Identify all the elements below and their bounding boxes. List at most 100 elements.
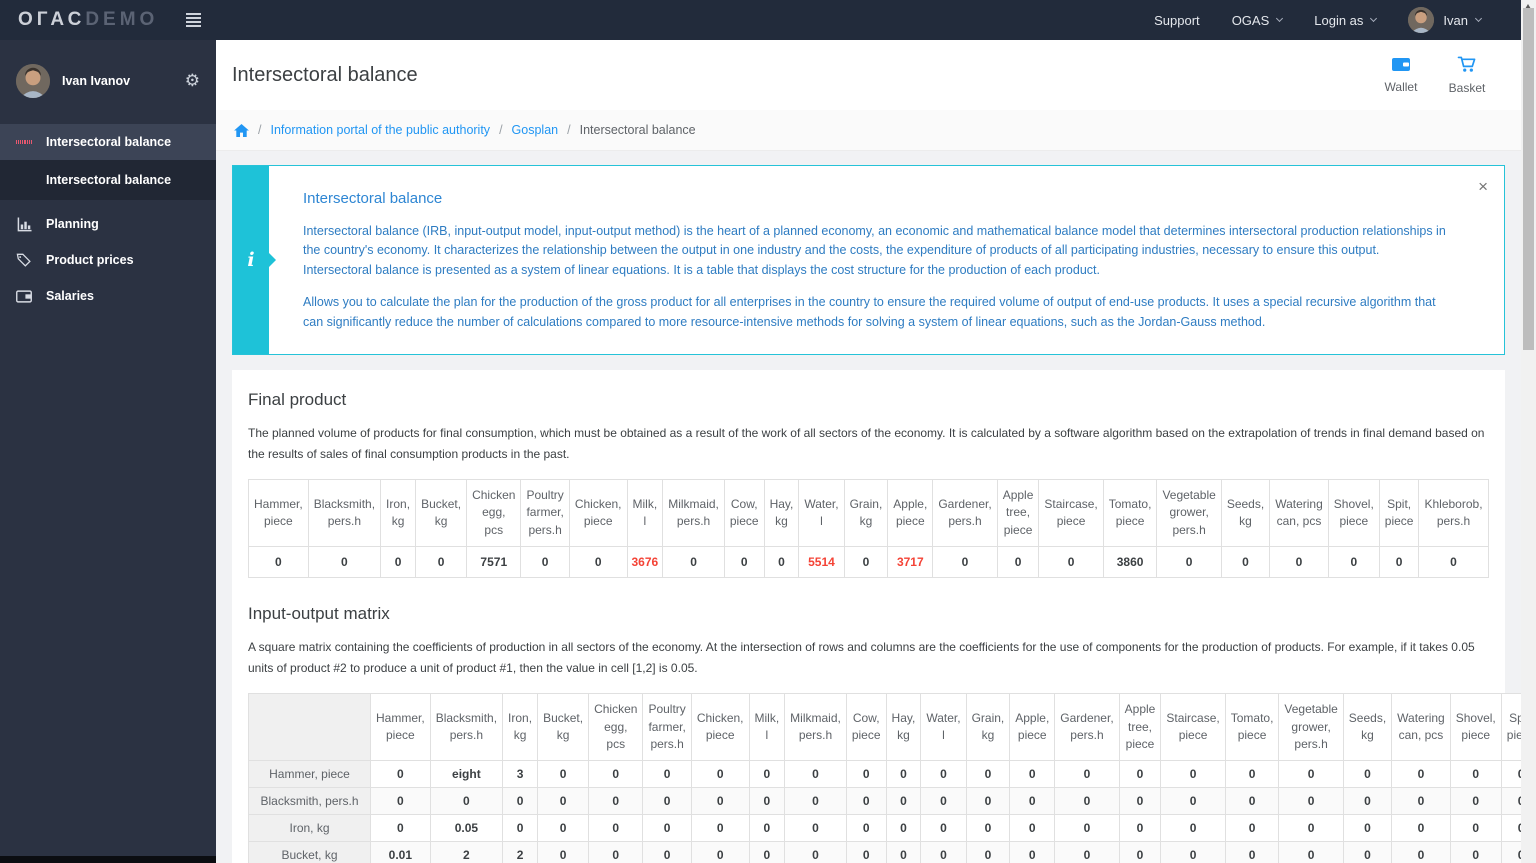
close-icon[interactable]: ×	[1478, 178, 1488, 195]
sidebar-item-salaries[interactable]: Salaries	[0, 278, 216, 314]
matrix-value-cell: 0	[965, 814, 1011, 843]
main-area: Intersectoral balance Wallet Basket / In…	[216, 40, 1521, 863]
breadcrumb-link-gosplan[interactable]: Gosplan	[512, 123, 559, 137]
matrix-value-cell: 0	[1118, 787, 1162, 816]
fp-value-cell: 3676	[626, 546, 664, 579]
matrix-value-cell: 0	[1278, 841, 1344, 863]
matrix-value-cell: 0	[1054, 814, 1120, 843]
content-card: Final product The planned volume of prod…	[232, 370, 1521, 863]
matrix-column-header: Chicken egg, pcs	[588, 693, 644, 762]
matrix-value-cell: 0	[1391, 760, 1451, 789]
matrix-value-cell: 0	[965, 760, 1011, 789]
fp-value-cell: 0	[380, 546, 417, 579]
final-product-heading: Final product	[248, 390, 347, 409]
sidebar-item-product-prices[interactable]: Product prices	[0, 242, 216, 278]
matrix-value-cell: 0	[784, 841, 847, 863]
matrix-value-cell: 0	[920, 814, 967, 843]
header-actions: Wallet Basket	[1375, 56, 1493, 95]
ogas-menu[interactable]: OGAS	[1232, 13, 1284, 28]
fp-column-header: Milkmaid, pers.h	[662, 478, 725, 548]
home-icon[interactable]	[234, 123, 249, 137]
final-product-description: The planned volume of products for final…	[248, 426, 1485, 461]
matrix-column-header: Chicken, piece	[690, 693, 750, 762]
matrix-value-cell: 0	[845, 760, 887, 789]
matrix-value-cell: 0	[1342, 760, 1393, 789]
matrix-value-cell: 0	[1009, 787, 1056, 816]
matrix-column-header: Iron, kg	[502, 693, 539, 762]
matrix-value-cell: 0	[885, 814, 922, 843]
login-as-menu[interactable]: Login as	[1314, 13, 1378, 28]
matrix-value-cell: 0	[1449, 841, 1502, 863]
matrix-row-header: Iron, kg	[248, 814, 371, 843]
matrix-column-header: Milkmaid, pers.h	[784, 693, 847, 762]
matrix-value-cell: 0	[1160, 841, 1226, 863]
matrix-value-cell: 0	[1054, 841, 1120, 863]
grid-icon	[16, 140, 33, 144]
matrix-value-cell: 0	[1224, 814, 1280, 843]
fp-value-cell: 0	[1418, 546, 1489, 579]
scrollbar[interactable]	[1521, 0, 1536, 863]
matrix-value-cell: 0	[885, 760, 922, 789]
matrix-value-cell: 0	[502, 787, 539, 816]
matrix-value-cell: 0	[1009, 814, 1056, 843]
basket-button[interactable]: Basket	[1441, 56, 1493, 95]
breadcrumb-link-portal[interactable]: Information portal of the public authori…	[270, 123, 490, 137]
wallet-button[interactable]: Wallet	[1375, 56, 1427, 95]
fp-column-header: Bucket, kg	[415, 478, 468, 548]
scrollbar-thumb[interactable]	[1523, 8, 1534, 350]
hamburger-menu-icon[interactable]	[186, 11, 202, 29]
matrix-value-cell: 0	[537, 760, 590, 789]
fp-value-cell: 0	[1327, 546, 1380, 579]
matrix-corner-cell	[248, 693, 371, 762]
matrix-value-cell: 0	[1224, 841, 1280, 863]
fp-column-header: Hay, kg	[763, 478, 800, 548]
fp-value-cell: 3717	[887, 546, 934, 579]
sidebar-item-planning[interactable]: Planning	[0, 206, 216, 242]
info-icon: i	[247, 249, 255, 271]
matrix-value-cell: 0	[1342, 814, 1393, 843]
matrix-column-header: Apple, piece	[1009, 693, 1056, 762]
basket-icon	[1457, 56, 1477, 77]
top-bar: ОГАСDEMO Support OGAS Login as Ivan	[0, 0, 1536, 40]
fp-column-header: Apple, piece	[887, 478, 934, 548]
matrix-value-cell: 3	[502, 760, 539, 789]
fp-value-cell: 0	[520, 546, 570, 579]
gear-icon[interactable]: ⚙	[185, 72, 200, 90]
fp-column-header: Apple tree, piece	[996, 478, 1040, 548]
matrix-value-cell: 0	[1224, 787, 1280, 816]
fp-value-cell: 3860	[1102, 546, 1158, 579]
fp-value-cell: 0	[996, 546, 1040, 579]
matrix-value-cell: 0	[1278, 814, 1344, 843]
user-menu[interactable]: Ivan	[1408, 7, 1483, 33]
matrix-value-cell: 0	[1160, 787, 1226, 816]
sidebar-item-intersectoral-balance[interactable]: Intersectoral balance	[0, 124, 216, 160]
matrix-value-cell: 0	[642, 841, 692, 863]
matrix-column-header: Milk, l	[748, 693, 786, 762]
matrix-value-cell: 0	[1449, 760, 1502, 789]
avatar	[16, 64, 50, 98]
matrix-value-cell: 0	[748, 841, 786, 863]
matrix-column-header: Shovel, piece	[1449, 693, 1502, 762]
matrix-value-cell: 0	[845, 814, 887, 843]
fp-column-header: Grain, kg	[843, 478, 889, 548]
matrix-column-header: Tomato, piece	[1224, 693, 1280, 762]
support-link[interactable]: Support	[1154, 13, 1200, 28]
avatar	[1408, 7, 1435, 33]
bar-chart-icon	[16, 216, 32, 232]
matrix-value-cell: 0	[537, 814, 590, 843]
matrix-column-header: Cow, piece	[845, 693, 887, 762]
fp-column-header: Khleborob, pers.h	[1418, 478, 1489, 548]
matrix-value-cell: 0	[1118, 814, 1162, 843]
matrix-value-cell: 0	[588, 787, 644, 816]
sidebar-subitem-intersectoral-balance[interactable]: Intersectoral balance	[0, 160, 216, 200]
fp-value-cell: 7571	[466, 546, 522, 579]
matrix-value-cell: 0	[1391, 787, 1451, 816]
fp-column-header: Blacksmith, pers.h	[307, 478, 382, 548]
final-product-table: Hammer, piece Blacksmith, pers.h Iron, kg B…	[248, 478, 1489, 579]
matrix-value-cell: 0	[1391, 841, 1451, 863]
io-matrix-table: Hammer, piece Blacksmith, pers.h Iron, kg B…	[248, 693, 1521, 863]
matrix-column-header: Apple tree, piece	[1118, 693, 1162, 762]
fp-column-header: Gardener, pers.h	[932, 478, 998, 548]
matrix-column-header: Bucket, kg	[537, 693, 590, 762]
info-paragraph: Intersectoral balance (IRB, input-output…	[303, 224, 1446, 277]
